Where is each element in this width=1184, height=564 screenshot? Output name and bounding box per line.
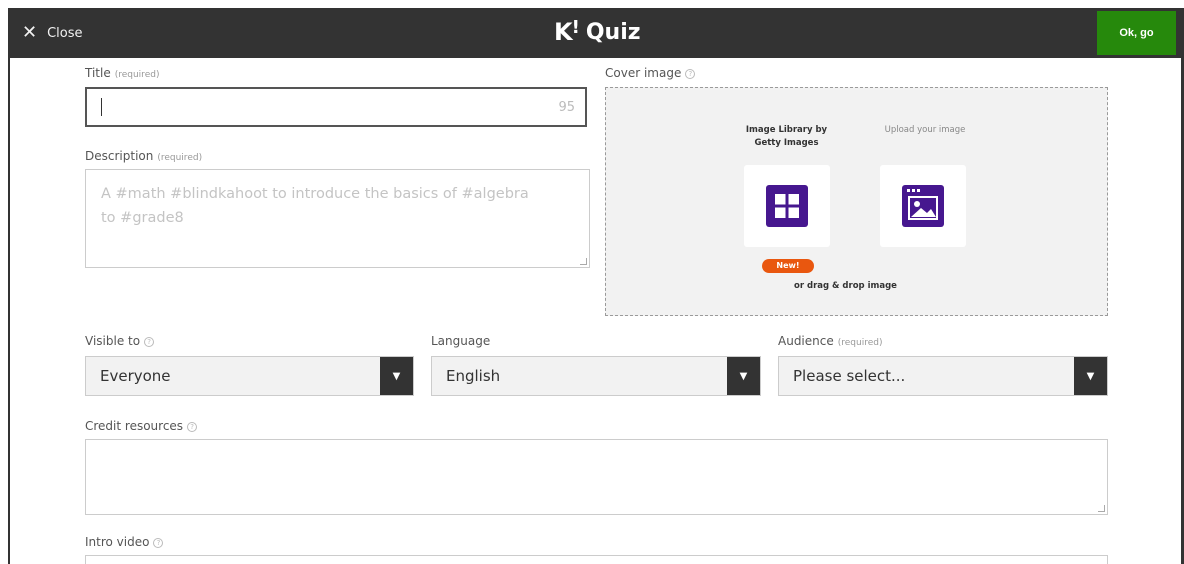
close-button[interactable]: ✕ Close — [22, 22, 83, 44]
image-library-icon — [766, 185, 808, 227]
credit-resources-label-text: Credit resources — [85, 419, 184, 433]
upload-image-icon — [902, 185, 944, 227]
close-icon: ✕ — [22, 22, 38, 43]
credit-resources-input[interactable] — [85, 439, 1108, 515]
intro-video-input[interactable] — [85, 555, 1108, 564]
required-hint: (required) — [837, 338, 883, 348]
dropdown-arrow-icon[interactable]: ▼ — [727, 357, 760, 395]
audience-label: Audience (required) — [778, 334, 882, 348]
help-icon[interactable]: ? — [144, 337, 155, 347]
title-label-text: Title — [85, 66, 111, 80]
dropdown-arrow-icon[interactable]: ▼ — [1074, 357, 1107, 395]
intro-video-label-text: Intro video — [85, 535, 150, 549]
text-caret — [101, 98, 102, 116]
cover-image-label: Cover image? — [605, 66, 696, 80]
language-select[interactable]: English ▼ — [431, 356, 761, 396]
brand-name: Quiz — [585, 19, 641, 45]
description-input[interactable]: A #math #blindkahoot to introduce the ba… — [85, 169, 590, 268]
visible-to-label-text: Visible to — [85, 334, 141, 348]
visible-to-value: Everyone — [100, 367, 171, 385]
audience-label-text: Audience — [778, 334, 834, 348]
char-counter: 95 — [558, 100, 575, 115]
credit-resources-label: Credit resources? — [85, 419, 198, 433]
help-icon[interactable]: ? — [187, 422, 198, 432]
brand-mark: ! — [571, 16, 580, 38]
language-label-text: Language — [431, 334, 491, 348]
visible-to-label: Visible to? — [85, 334, 155, 348]
description-placeholder: A #math #blindkahoot to introduce the ba… — [101, 186, 529, 226]
intro-video-label: Intro video? — [85, 535, 164, 549]
audience-select[interactable]: Please select... ▼ — [778, 356, 1108, 396]
kahoot-logo: K ! Quiz — [554, 16, 641, 47]
drag-drop-text: or drag & drop image — [794, 281, 897, 291]
upload-image-title: Upload your image — [884, 125, 966, 135]
dropdown-arrow-icon[interactable]: ▼ — [380, 357, 413, 395]
description-label-text: Description — [85, 149, 154, 163]
language-label: Language — [431, 334, 490, 348]
image-library-button[interactable] — [744, 165, 830, 247]
close-label: Close — [47, 25, 83, 41]
help-icon[interactable]: ? — [153, 538, 164, 548]
required-hint: (required) — [114, 70, 160, 80]
description-label: Description (required) — [85, 149, 202, 163]
new-badge: New! — [762, 259, 814, 273]
title-label: Title (required) — [85, 66, 159, 80]
language-value: English — [446, 367, 501, 385]
image-library-title: Image Library by Getty Images — [745, 125, 828, 148]
required-hint: (required) — [157, 153, 203, 163]
audience-value: Please select... — [793, 367, 906, 385]
title-input[interactable]: 95 — [85, 87, 587, 127]
brand-letter: K — [554, 18, 573, 46]
resize-handle[interactable] — [580, 258, 587, 265]
page-edge-left — [8, 58, 10, 564]
resize-handle[interactable] — [1098, 505, 1105, 512]
cover-image-dropzone[interactable]: Image Library by Getty Images Upload you… — [605, 87, 1108, 316]
upload-image-button[interactable] — [880, 165, 966, 247]
help-icon[interactable]: ? — [685, 69, 696, 79]
ok-go-button[interactable]: Ok, go — [1097, 11, 1176, 55]
visible-to-select[interactable]: Everyone ▼ — [85, 356, 414, 396]
cover-image-label-text: Cover image — [605, 66, 682, 80]
top-bar: ✕ Close K ! Quiz — [8, 8, 1184, 58]
